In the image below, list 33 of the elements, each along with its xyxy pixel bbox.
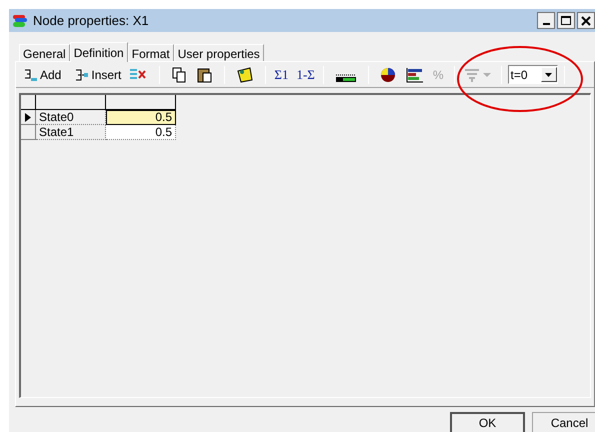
edit-note-icon[interactable] <box>236 66 254 82</box>
complement-button[interactable]: 1-Σ <box>294 64 317 84</box>
tab[interactable]: Format <box>128 44 174 61</box>
time-dropdown[interactable]: t=0 <box>508 65 558 84</box>
minimize-button[interactable] <box>537 12 555 29</box>
add-row-icon <box>24 68 38 82</box>
caret-icon <box>545 72 552 76</box>
state-name-cell: State1 <box>36 125 106 140</box>
tab[interactable]: Definition <box>70 42 128 62</box>
probability-cell[interactable]: 0.5 <box>106 110 176 125</box>
column-header <box>36 95 106 110</box>
state-name-cell: State0 <box>36 110 106 125</box>
insert-row-icon <box>75 68 90 82</box>
dialog-button[interactable]: Cancel <box>532 412 595 432</box>
maximize-button[interactable] <box>557 12 575 29</box>
close-icon <box>581 16 591 26</box>
column-header <box>106 95 176 110</box>
app-icon <box>12 14 28 28</box>
dialog-button[interactable]: OK <box>450 412 525 432</box>
pie-chart-icon[interactable] <box>380 66 396 82</box>
grid-corner <box>21 95 36 110</box>
row-indicator[interactable] <box>21 110 36 125</box>
insert-button[interactable]: Insert <box>73 66 124 84</box>
normalize-button[interactable]: Σ1 <box>272 64 290 84</box>
bar-chart-icon[interactable] <box>406 66 424 82</box>
tab[interactable]: User properties <box>174 44 264 61</box>
close-button[interactable] <box>577 12 595 29</box>
copy-icon[interactable] <box>171 66 188 82</box>
probability-cell[interactable]: 0.5 <box>106 125 176 140</box>
tab[interactable]: General <box>19 44 70 61</box>
window-title: Node properties: X1 <box>33 12 149 30</box>
add-button[interactable]: Add <box>22 66 64 84</box>
paste-icon[interactable] <box>197 66 214 82</box>
